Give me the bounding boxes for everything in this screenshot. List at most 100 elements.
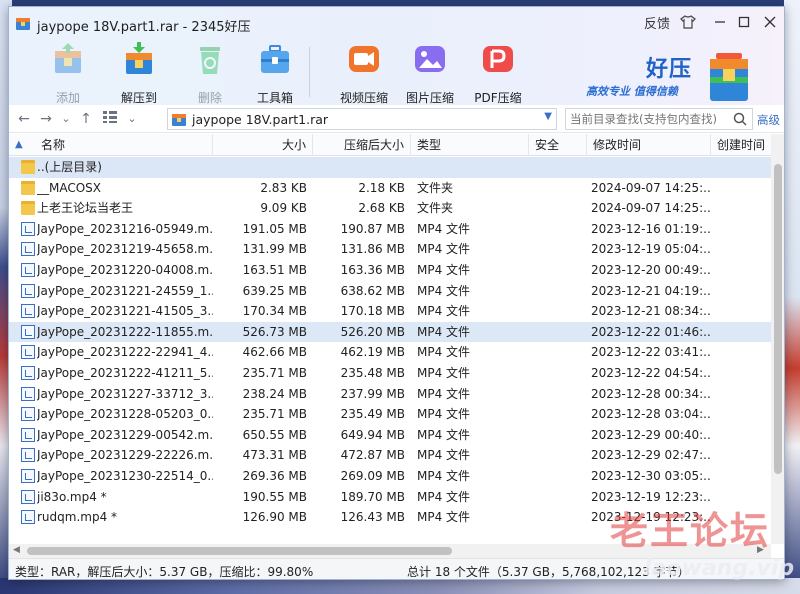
cell-name: JayPope_20231227-33712_3... — [37, 386, 213, 401]
table-row[interactable]: JayPope_20231219-45658.m... 131.99 MB 131.… — [9, 239, 771, 260]
view-mode-icon[interactable] — [99, 109, 121, 129]
table-row[interactable]: JayPope_20231222-11855.m... 526.73 MB 526.… — [9, 321, 771, 343]
cell-modified: 2023-12-22 01:46:... — [591, 324, 711, 339]
delete-button[interactable]: 删除 — [179, 39, 241, 105]
path-field[interactable]: jaypope 18V.part1.rar ▼ — [167, 108, 557, 130]
table-row[interactable]: JayPope_20231229-00542.m... 650.55 MB 649.… — [9, 425, 771, 446]
cell-name: JayPope_20231216-05949.m... — [37, 221, 213, 236]
cell-packed: 170.18 MB — [340, 304, 405, 319]
table-row[interactable]: __MACOSX 2.83 KB 2.18 KB 文件夹 2024-09-07 14:2… — [9, 178, 771, 199]
up-arrow-icon[interactable]: ↑ — [75, 109, 97, 129]
cell-modified: 2023-12-29 02:47:... — [591, 448, 711, 463]
scroll-left-icon[interactable]: ◀ — [13, 545, 20, 555]
cell-modified: 2023-12-21 08:34:... — [591, 304, 711, 319]
cell-packed: 2.18 KB — [358, 180, 405, 195]
column-name[interactable]: ▲ 名称 — [9, 134, 213, 156]
history-dropdown-icon[interactable]: ⌄ — [55, 109, 77, 129]
cell-name: 上老王论坛当老王 — [37, 201, 134, 216]
table-row[interactable]: JayPope_20231221-41505_3... 170.34 MB 170.… — [9, 301, 771, 322]
toolbox-icon — [261, 45, 289, 73]
cell-type: MP4 文件 — [417, 386, 471, 401]
back-arrow-icon[interactable]: ← — [13, 109, 35, 129]
video-file-icon — [21, 221, 35, 236]
vertical-scroll-thumb[interactable] — [774, 164, 782, 474]
horizontal-scroll-thumb[interactable] — [27, 547, 452, 555]
forward-arrow-icon[interactable]: → — [35, 109, 57, 129]
extract-to-button[interactable]: 解压到 — [108, 39, 170, 105]
cell-type: MP4 文件 — [417, 469, 471, 483]
cell-size: 2.83 KB — [260, 180, 307, 195]
cell-packed — [313, 157, 405, 177]
cell-name: JayPope_20231229-22226.m... — [37, 448, 213, 463]
cell-modified: 2023-12-22 04:54:... — [591, 366, 711, 380]
table-row[interactable]: JayPope_20231222-22941_4... 462.66 MB 462.… — [9, 342, 771, 363]
table-row[interactable]: JayPope_20231228-05203_0... 235.71 MB 235.… — [9, 404, 771, 425]
folder-icon — [21, 201, 35, 216]
view-dropdown-icon[interactable]: ⌄ — [121, 109, 143, 129]
table-row[interactable]: JayPope_20231222-41211_5... 235.71 MB 235.… — [9, 363, 771, 384]
feedback-link[interactable]: 反馈 — [643, 11, 671, 33]
cell-type: MP4 文件 — [417, 345, 471, 360]
image-compress-icon — [415, 46, 445, 72]
sort-asc-icon: ▲ — [15, 139, 23, 150]
video-file-icon — [21, 263, 35, 277]
path-dropdown-icon[interactable]: ▼ — [544, 111, 552, 122]
archive-window: jaypope 18V.part1.rar - 2345好压 反馈 添加 解压到… — [8, 6, 785, 580]
cell-modified: 2024-09-07 14:25:... — [591, 180, 711, 195]
cell-size: 9.09 KB — [260, 201, 307, 216]
advanced-search-link[interactable]: 高级 — [757, 112, 780, 128]
cell-size: 170.34 MB — [242, 304, 307, 319]
table-row[interactable]: 上老王论坛当老王 9.09 KB 2.68 KB 文件夹 2024-09-07 14:2… — [9, 198, 771, 219]
vertical-scrollbar[interactable] — [771, 134, 784, 544]
image-compress-button[interactable]: 图片压缩 — [399, 39, 461, 105]
cell-type: MP4 文件 — [417, 427, 471, 442]
minimize-button[interactable] — [709, 11, 731, 33]
table-row[interactable]: JayPope_20231220-04008.m... 163.51 MB 163.… — [9, 260, 771, 281]
cell-modified: 2024-09-07 14:25:... — [591, 201, 711, 216]
close-button[interactable] — [759, 11, 781, 33]
video-compress-button[interactable]: 视频压缩 — [333, 39, 395, 105]
search-input[interactable] — [570, 110, 730, 128]
column-modified[interactable]: 修改时间 — [587, 134, 711, 156]
video-file-icon — [21, 283, 35, 298]
add-archive-icon — [55, 43, 81, 73]
toolbox-button[interactable]: 工具箱 — [244, 39, 306, 105]
delete-label: 删除 — [197, 91, 222, 105]
table-row[interactable]: JayPope_20231221-24559_1... 639.25 MB 638.… — [9, 281, 771, 302]
cell-name: ji83o.mp4 * — [37, 489, 107, 504]
add-label: 添加 — [55, 91, 80, 105]
column-packed-size[interactable]: 压缩后大小 — [313, 134, 411, 156]
cell-size: 650.55 MB — [242, 427, 307, 442]
column-created[interactable]: 创建时间 — [711, 134, 771, 156]
column-security[interactable]: 安全 — [529, 134, 587, 156]
cell-size: 131.99 MB — [242, 242, 307, 257]
pdf-compress-button[interactable]: PDF压缩 — [467, 39, 529, 105]
cell-packed: 638.62 MB — [340, 283, 405, 298]
cell-packed: 235.48 MB — [340, 366, 405, 380]
cell-name: JayPope_20231221-41505_3... — [37, 304, 213, 319]
parent-directory-row[interactable]: ..(上层目录) — [9, 157, 771, 178]
add-button[interactable]: 添加 — [37, 39, 99, 105]
video-file-icon — [21, 489, 35, 504]
column-size[interactable]: 大小 — [213, 134, 313, 156]
column-type[interactable]: 类型 — [411, 134, 529, 156]
table-row[interactable]: JayPope_20231230-22514_0... 269.36 MB 269.… — [9, 466, 771, 487]
cell-type: MP4 文件 — [417, 283, 471, 298]
pdf-compress-icon — [483, 46, 513, 72]
cell-name: ..(上层目录) — [37, 160, 102, 174]
skin-icon[interactable] — [677, 11, 699, 33]
cell-size: 190.55 MB — [242, 489, 307, 504]
cell-modified: 2023-12-30 03:05:... — [591, 469, 711, 483]
cell-packed: 126.43 MB — [340, 510, 405, 525]
video-file-icon — [21, 324, 35, 339]
search-icon[interactable] — [732, 111, 748, 127]
cell-modified — [591, 157, 711, 177]
table-row[interactable]: JayPope_20231216-05949.m... 191.05 MB 190.… — [9, 219, 771, 240]
toolbox-label: 工具箱 — [256, 91, 293, 105]
table-row[interactable]: JayPope_20231229-22226.m... 473.31 MB 472.… — [9, 445, 771, 466]
table-row[interactable]: JayPope_20231227-33712_3... 238.24 MB 237.… — [9, 384, 771, 405]
cell-type — [417, 157, 529, 177]
search-field[interactable] — [565, 108, 753, 130]
video-compress-icon — [349, 46, 379, 72]
maximize-button[interactable] — [733, 11, 755, 33]
